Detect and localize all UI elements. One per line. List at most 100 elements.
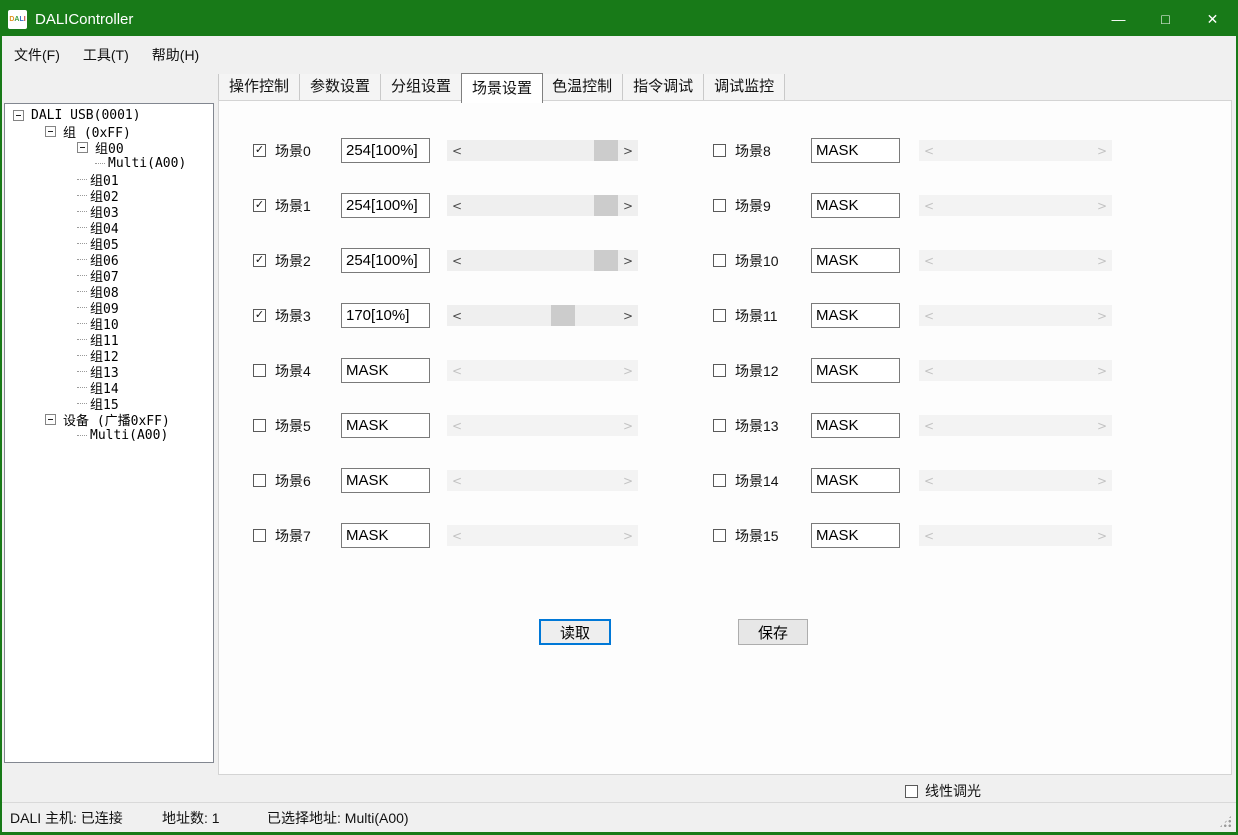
scene-value-input[interactable] (341, 358, 430, 383)
scroll-right-icon[interactable]: > (618, 305, 638, 326)
tree-connector-icon (77, 259, 87, 260)
scene-value-input[interactable] (341, 413, 430, 438)
scene-value-input[interactable] (811, 523, 900, 548)
tab-2[interactable]: 分组设置 (381, 74, 462, 100)
scene-label: 场景1 (275, 193, 311, 219)
scene-checkbox[interactable]: ✓ (253, 144, 266, 157)
scene-checkbox[interactable] (713, 254, 726, 267)
scene-value-input[interactable] (341, 523, 430, 548)
tab-5[interactable]: 指令调试 (623, 74, 704, 100)
scene-checkbox[interactable]: ✓ (253, 199, 266, 212)
scene-label: 场景11 (735, 303, 778, 329)
tree-expand-icon[interactable] (45, 126, 56, 137)
scene-value-input[interactable] (341, 138, 430, 163)
menu-bar: 文件(F) 工具(T) 帮助(H) (2, 36, 1236, 74)
scene-checkbox[interactable]: ✓ (253, 309, 266, 322)
tab-1[interactable]: 参数设置 (300, 74, 381, 100)
scrollbar-thumb[interactable] (551, 305, 575, 326)
scroll-left-icon: < (919, 360, 939, 381)
tree-expand-icon[interactable] (77, 142, 88, 153)
tab-6[interactable]: 调试监控 (704, 74, 785, 100)
scene-checkbox[interactable] (713, 144, 726, 157)
scene-checkbox[interactable] (713, 419, 726, 432)
scene-value-input[interactable] (341, 303, 430, 328)
tab-0[interactable]: 操作控制 (218, 74, 300, 100)
read-button[interactable]: 读取 (539, 619, 611, 645)
minimize-icon[interactable]: — (1095, 2, 1142, 36)
tree-connector-icon (77, 227, 87, 228)
scroll-right-icon: > (618, 525, 638, 546)
scene-level-scrollbar[interactable]: <> (447, 140, 638, 161)
scene-checkbox[interactable] (713, 474, 726, 487)
scene-value-input[interactable] (811, 138, 900, 163)
menu-tools[interactable]: 工具(T) (72, 43, 140, 67)
scene-label: 场景13 (735, 413, 779, 439)
scene-level-scrollbar: <> (919, 360, 1112, 381)
scene-checkbox[interactable] (253, 474, 266, 487)
scene-level-scrollbar[interactable]: <> (447, 305, 638, 326)
scrollbar-thumb[interactable] (594, 140, 618, 161)
scene-level-scrollbar[interactable]: <> (447, 250, 638, 271)
scroll-right-icon: > (1092, 470, 1112, 491)
scene-value-input[interactable] (341, 193, 430, 218)
scene-level-scrollbar: <> (919, 415, 1112, 436)
scroll-left-icon[interactable]: < (447, 140, 467, 161)
linear-dimming-checkbox[interactable] (905, 785, 918, 798)
scene-value-input[interactable] (811, 248, 900, 273)
tab-3[interactable]: 场景设置 (461, 73, 543, 103)
scene-row: ✓场景1<> (253, 193, 638, 219)
menu-help[interactable]: 帮助(H) (141, 43, 210, 67)
scroll-right-icon[interactable]: > (618, 140, 638, 161)
scrollbar-thumb[interactable] (594, 195, 618, 216)
tree-connector-icon (77, 387, 87, 388)
scene-checkbox[interactable] (713, 199, 726, 212)
scene-value-input[interactable] (811, 303, 900, 328)
scene-level-scrollbar[interactable]: <> (447, 195, 638, 216)
scene-label: 场景3 (275, 303, 311, 329)
scene-label: 场景2 (275, 248, 311, 274)
scene-value-input[interactable] (811, 358, 900, 383)
scene-checkbox[interactable] (713, 364, 726, 377)
menu-file[interactable]: 文件(F) (3, 43, 71, 67)
tree-item[interactable]: 组00 (5, 139, 213, 155)
tree-connector-icon (77, 323, 87, 324)
scene-row: ✓场景0<> (253, 138, 638, 164)
resize-grip-icon[interactable] (1219, 815, 1232, 828)
scene-checkbox[interactable] (713, 309, 726, 322)
scrollbar-thumb[interactable] (594, 250, 618, 271)
scene-checkbox[interactable] (253, 529, 266, 542)
scene-value-input[interactable] (341, 468, 430, 493)
status-selected-address: 已选择地址: Multi(A00) (267, 803, 409, 833)
scene-value-input[interactable] (811, 193, 900, 218)
save-button[interactable]: 保存 (738, 619, 808, 645)
scene-checkbox[interactable] (713, 529, 726, 542)
tree-item[interactable]: Multi(A00) (5, 427, 213, 443)
scene-checkbox[interactable] (253, 419, 266, 432)
scroll-left-icon[interactable]: < (447, 250, 467, 271)
scene-settings-page: 读取 保存 ✓场景0<>✓场景1<>✓场景2<>✓场景3<>场景4<>场景5<>… (218, 100, 1232, 775)
scene-value-input[interactable] (811, 468, 900, 493)
scene-row: 场景7<> (253, 523, 638, 549)
scroll-right-icon[interactable]: > (618, 195, 638, 216)
scene-label: 场景6 (275, 468, 311, 494)
scene-checkbox[interactable] (253, 364, 266, 377)
scene-row: 场景5<> (253, 413, 638, 439)
tree-expand-icon[interactable] (45, 414, 56, 425)
scroll-left-icon[interactable]: < (447, 305, 467, 326)
scene-value-input[interactable] (811, 413, 900, 438)
scene-label: 场景12 (735, 358, 779, 384)
maximize-icon[interactable]: □ (1142, 2, 1189, 36)
scene-label: 场景7 (275, 523, 311, 549)
scroll-right-icon[interactable]: > (618, 250, 638, 271)
scroll-left-icon[interactable]: < (447, 195, 467, 216)
scene-value-input[interactable] (341, 248, 430, 273)
scene-checkbox[interactable]: ✓ (253, 254, 266, 267)
scene-label: 场景0 (275, 138, 311, 164)
tree-expand-icon[interactable] (13, 110, 24, 121)
tab-4[interactable]: 色温控制 (542, 74, 623, 100)
close-icon[interactable]: ✕ (1189, 2, 1236, 36)
scene-level-scrollbar: <> (919, 305, 1112, 326)
tree-item[interactable]: 设备 (广播0xFF) (5, 411, 213, 427)
scene-label: 场景4 (275, 358, 311, 384)
status-bar: DALI 主机: 已连接 地址数: 1 已选择地址: Multi(A00) (2, 802, 1236, 832)
